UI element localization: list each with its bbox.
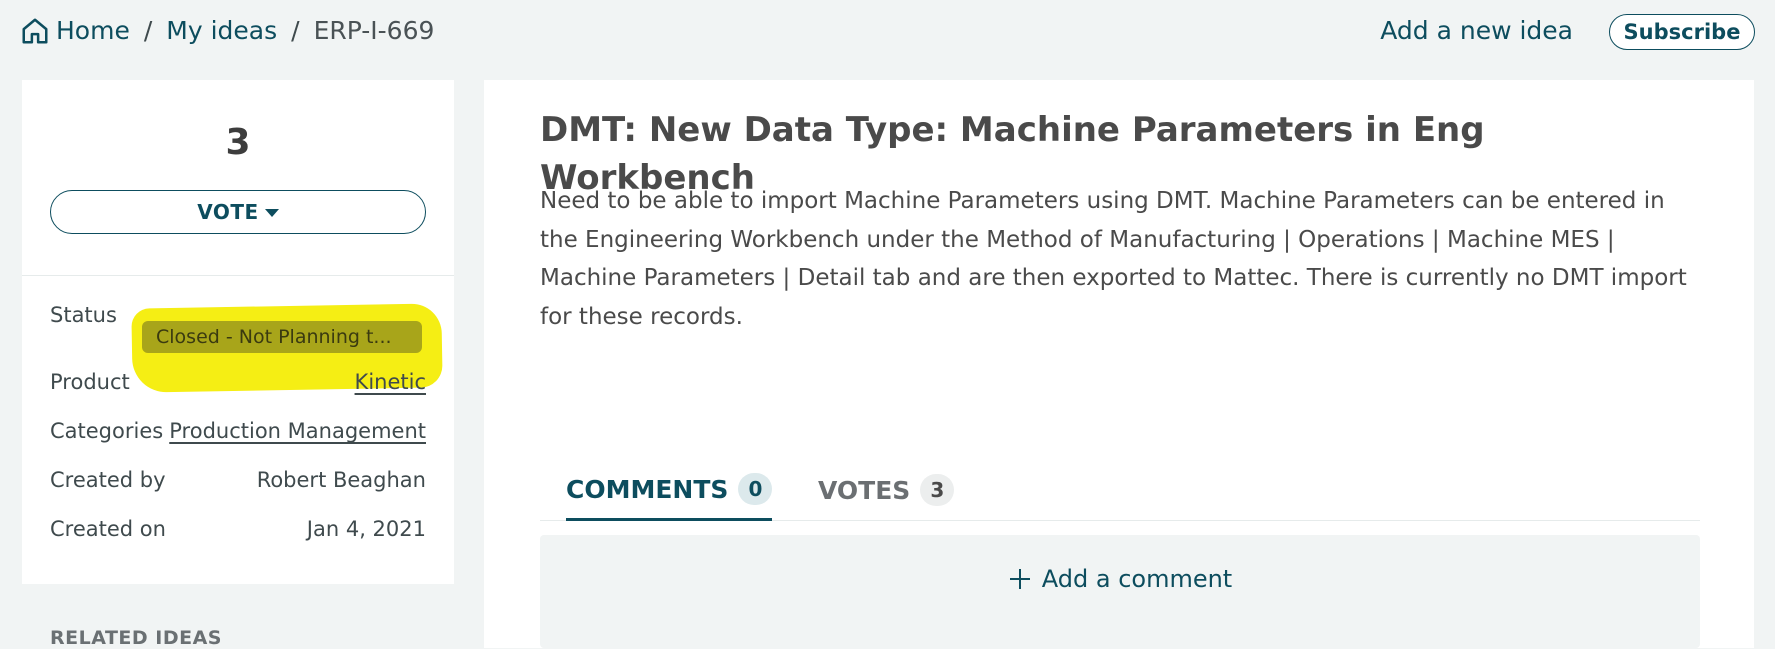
status-badge: Closed - Not Planning t... [142, 321, 422, 353]
vote-button[interactable]: VOTE [50, 190, 426, 234]
product-link[interactable]: Kinetic [355, 370, 426, 394]
top-bar: Home / My ideas / ERP-I-669 Add a new id… [0, 0, 1775, 64]
tab-votes[interactable]: VOTES 3 [818, 460, 955, 520]
idea-sidebar: 3 VOTE Status Closed - Not Planning t...… [22, 80, 454, 584]
plus-icon [1009, 569, 1030, 589]
add-comment-label: Add a comment [1041, 565, 1233, 593]
created-on-label: Created on [50, 517, 166, 541]
created-by-value: Robert Beaghan [256, 468, 426, 492]
created-on-value: Jan 4, 2021 [306, 517, 426, 541]
subscribe-button[interactable]: Subscribe [1609, 14, 1755, 50]
categories-link[interactable]: Production Management [169, 419, 426, 443]
status-label: Status [50, 303, 117, 327]
created-on-row: Created on Jan 4, 2021 [50, 513, 426, 545]
add-comment-button[interactable]: Add a comment [540, 565, 1700, 593]
caret-down-icon [264, 209, 279, 217]
created-by-row: Created by Robert Beaghan [50, 464, 426, 496]
add-comment-area[interactable]: Add a comment [540, 535, 1700, 648]
created-by-label: Created by [50, 468, 166, 492]
related-ideas-heading: RELATED IDEAS [50, 627, 222, 649]
categories-label: Categories [50, 419, 164, 443]
vote-button-label: VOTE [197, 200, 259, 224]
vote-count: 3 [225, 122, 251, 163]
tab-comments-label: COMMENTS [566, 474, 729, 504]
breadcrumb: Home / My ideas / ERP-I-669 [20, 14, 434, 48]
tab-votes-label: VOTES [818, 475, 911, 505]
breadcrumb-my-ideas[interactable]: My ideas [166, 14, 277, 48]
breadcrumb-home[interactable]: Home [20, 14, 130, 48]
tab-comments[interactable]: COMMENTS 0 [566, 460, 773, 521]
sidebar-divider [22, 275, 454, 276]
add-new-idea-link[interactable]: Add a new idea [1380, 14, 1573, 48]
breadcrumb-separator: / [291, 16, 300, 45]
breadcrumb-separator: / [143, 16, 153, 45]
categories-row: Categories Production Management [50, 415, 426, 447]
product-row: Product Kinetic [50, 366, 426, 398]
product-label: Product [50, 370, 130, 394]
home-icon [22, 18, 48, 44]
tab-comments-count: 0 [738, 473, 773, 505]
tab-votes-count: 3 [920, 474, 955, 506]
idea-tabs: COMMENTS 0 VOTES 3 [540, 460, 1700, 521]
breadcrumb-current: ERP-I-669 [313, 16, 435, 45]
idea-detail: DMT: New Data Type: Machine Parameters i… [484, 80, 1754, 648]
breadcrumb-home-label: Home [56, 16, 130, 45]
idea-description: Need to be able to import Machine Parame… [540, 188, 1687, 330]
